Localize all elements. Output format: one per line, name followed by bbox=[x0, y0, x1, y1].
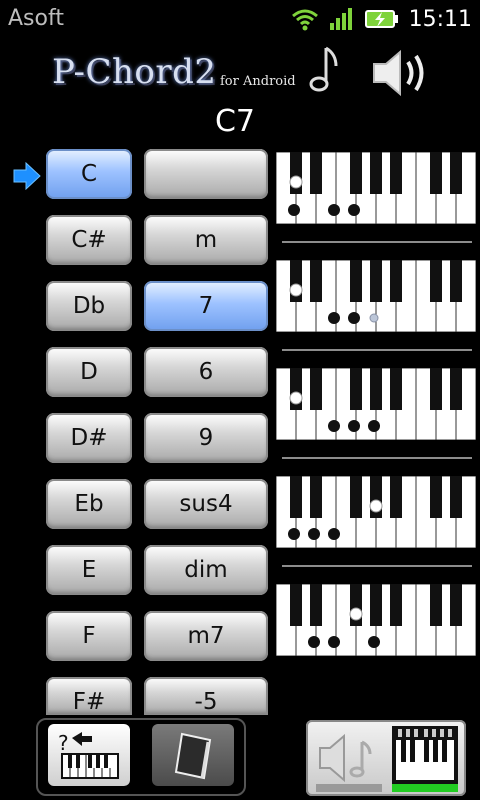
black-key bbox=[290, 584, 302, 626]
black-key bbox=[430, 584, 442, 626]
keyboard-diagram bbox=[276, 152, 476, 224]
chord-note-dot bbox=[289, 283, 303, 297]
sound-keyboard-button[interactable] bbox=[306, 720, 466, 796]
root-button-c[interactable]: C bbox=[46, 149, 132, 199]
chord-note-dot bbox=[328, 312, 340, 324]
black-key bbox=[430, 152, 442, 194]
root-button-d-flat[interactable]: Db bbox=[46, 281, 132, 331]
current-chord-name: C7 bbox=[214, 104, 256, 139]
notebook-button[interactable] bbox=[152, 724, 234, 786]
keyboard-diagram bbox=[276, 476, 476, 548]
battery-charging-icon bbox=[364, 10, 398, 28]
black-key bbox=[370, 584, 382, 626]
black-key bbox=[450, 368, 462, 410]
svg-text:?: ? bbox=[58, 731, 69, 755]
arrow-right-icon bbox=[13, 162, 41, 190]
speaker-icon[interactable] bbox=[370, 46, 432, 100]
wifi-icon bbox=[291, 9, 318, 31]
quality-button-7[interactable]: 7 bbox=[144, 281, 268, 331]
root-button-c-sharp[interactable]: C# bbox=[46, 215, 132, 265]
root-button-f-sharp[interactable]: F# bbox=[46, 677, 132, 715]
black-key bbox=[370, 260, 382, 302]
app-logo: P-Chord2 bbox=[52, 52, 217, 92]
chord-note-dot bbox=[348, 420, 360, 432]
app-logo-subtitle: for Android bbox=[220, 74, 296, 89]
black-key bbox=[350, 368, 362, 410]
keyboard-diagram bbox=[276, 260, 476, 332]
black-key bbox=[390, 152, 402, 194]
chord-note-dot bbox=[328, 204, 340, 216]
black-key bbox=[430, 368, 442, 410]
app-header: P-Chord2 for Android bbox=[0, 38, 480, 108]
chord-note-dot bbox=[368, 636, 380, 648]
divider bbox=[282, 241, 472, 243]
chord-note-dot bbox=[348, 204, 360, 216]
black-key bbox=[430, 260, 442, 302]
chord-note-dot bbox=[289, 175, 303, 189]
chord-note-dot bbox=[288, 528, 300, 540]
root-button-d-sharp[interactable]: D# bbox=[46, 413, 132, 463]
status-icons: 15:11 bbox=[291, 4, 472, 34]
black-key bbox=[390, 476, 402, 518]
status-app-name: Asoft bbox=[8, 6, 64, 31]
black-key bbox=[430, 476, 442, 518]
bottom-toolbar: ? bbox=[0, 716, 480, 800]
root-button-e-flat[interactable]: Eb bbox=[46, 479, 132, 529]
divider bbox=[282, 565, 472, 567]
divider bbox=[282, 349, 472, 351]
optional-note-dot bbox=[369, 313, 379, 323]
quality-button-sus4[interactable]: sus4 bbox=[144, 479, 268, 529]
black-key bbox=[370, 368, 382, 410]
black-key bbox=[390, 368, 402, 410]
chord-note-dot bbox=[289, 391, 303, 405]
divider bbox=[282, 457, 472, 459]
chord-note-dot bbox=[369, 499, 383, 513]
chord-note-dot bbox=[308, 528, 320, 540]
black-key bbox=[310, 152, 322, 194]
keyboard-diagram bbox=[276, 368, 476, 440]
help-keyboard-button[interactable]: ? bbox=[48, 724, 130, 786]
root-button-e[interactable]: E bbox=[46, 545, 132, 595]
black-key bbox=[390, 260, 402, 302]
black-key bbox=[450, 584, 462, 626]
quality-button-m7[interactable]: m7 bbox=[144, 611, 268, 661]
black-key bbox=[350, 152, 362, 194]
sound-keyboard-icon bbox=[316, 726, 458, 792]
chord-note-dot bbox=[328, 636, 340, 648]
black-key bbox=[350, 260, 362, 302]
chord-note-dot bbox=[348, 312, 360, 324]
chord-note-dot bbox=[308, 636, 320, 648]
status-bar: Asoft 15:11 bbox=[0, 0, 480, 38]
black-key bbox=[450, 152, 462, 194]
black-key bbox=[350, 476, 362, 518]
chord-note-dot bbox=[368, 420, 380, 432]
signal-icon bbox=[329, 8, 352, 30]
quality-button-minus5[interactable]: -5 bbox=[144, 677, 268, 715]
root-button-f[interactable]: F bbox=[46, 611, 132, 661]
black-key bbox=[390, 584, 402, 626]
quality-button-6[interactable]: 6 bbox=[144, 347, 268, 397]
black-key bbox=[290, 476, 302, 518]
notebook-icon bbox=[174, 732, 212, 780]
help-keyboard-icon: ? bbox=[58, 731, 119, 779]
black-key bbox=[310, 476, 322, 518]
chord-note-dot bbox=[328, 420, 340, 432]
root-button-d[interactable]: D bbox=[46, 347, 132, 397]
status-time: 15:11 bbox=[408, 6, 472, 32]
quality-button-major[interactable] bbox=[144, 149, 268, 199]
quality-button-minor[interactable]: m bbox=[144, 215, 268, 265]
black-key bbox=[310, 368, 322, 410]
black-key bbox=[310, 260, 322, 302]
chord-note-dot bbox=[288, 204, 300, 216]
chord-note-dot bbox=[349, 607, 363, 621]
black-key bbox=[310, 584, 322, 626]
black-key bbox=[370, 152, 382, 194]
keyboard-diagram bbox=[276, 584, 476, 656]
quality-button-9[interactable]: 9 bbox=[144, 413, 268, 463]
quality-button-dim[interactable]: dim bbox=[144, 545, 268, 595]
black-key bbox=[450, 476, 462, 518]
black-key bbox=[450, 260, 462, 302]
chord-note-dot bbox=[328, 528, 340, 540]
music-note-icon bbox=[309, 46, 338, 92]
